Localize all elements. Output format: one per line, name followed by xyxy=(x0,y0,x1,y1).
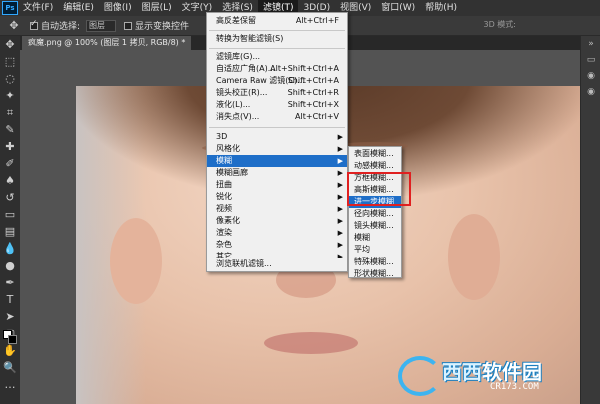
menu-window[interactable]: 窗口(W) xyxy=(376,0,420,16)
submenu-arrow-icon: ▶ xyxy=(337,217,343,225)
menu-layer[interactable]: 图层(L) xyxy=(137,0,177,16)
submenu-arrow-icon: ▶ xyxy=(337,193,343,201)
auto-select-checkbox[interactable] xyxy=(30,19,38,30)
filter-menu-item-vanishing-point[interactable]: 消失点(V)... Alt+Ctrl+V xyxy=(207,111,347,123)
site-watermark: 西西软件园 CR173.COM xyxy=(398,352,580,402)
move-tool-icon[interactable]: ✥ xyxy=(6,19,22,33)
menu-image[interactable]: 图像(I) xyxy=(99,0,137,16)
filter-menu-item-3d[interactable]: 3D ▶ xyxy=(207,131,347,143)
auto-select-label: 自动选择: xyxy=(41,22,81,32)
filter-menu-item-convert-smart[interactable]: 转换为智能滤镜(S) xyxy=(207,33,347,45)
filter-menu-item-blur-gallery[interactable]: 模糊画廊 ▶ xyxy=(207,167,347,179)
path-select-icon[interactable]: ➤ xyxy=(0,308,20,325)
menu-help[interactable]: 帮助(H) xyxy=(420,0,462,16)
eraser-icon[interactable]: ▭ xyxy=(0,206,20,223)
watermark-name: 西西软件园 xyxy=(442,360,542,384)
filter-menu-item-lens-correction[interactable]: 镜头校正(R)... Shift+Ctrl+R xyxy=(207,87,347,99)
photo-left-ear xyxy=(110,218,162,304)
menu-file[interactable]: 文件(F) xyxy=(18,0,58,16)
submenu-arrow-icon: ▶ xyxy=(337,205,343,213)
menu-edit[interactable]: 编辑(E) xyxy=(58,0,99,16)
document-tab[interactable]: 疯魔.png @ 100% (图层 1 拷贝, RGB/8) * xyxy=(22,36,192,50)
submenu-arrow-icon: ▶ xyxy=(337,181,343,189)
panel-icon[interactable]: ▭ xyxy=(581,52,600,68)
menu-separator xyxy=(209,48,345,49)
filter-menu-item-stylize[interactable]: 风格化 ▶ xyxy=(207,143,347,155)
submenu-arrow-icon: ▶ xyxy=(337,169,343,177)
blur-submenu: 表面模糊... 动感模糊... 方框模糊... 高斯模糊... 进一步模糊 径向… xyxy=(348,146,402,278)
type-tool-icon[interactable]: T xyxy=(0,291,20,308)
blur-tool-icon[interactable]: 💧 xyxy=(0,240,20,257)
submenu-arrow-icon: ▶ xyxy=(337,229,343,237)
submenu-arrow-icon: ▶ xyxy=(337,133,343,141)
background-color-swatch[interactable] xyxy=(8,335,17,344)
panel-collapse-icon[interactable]: » xyxy=(581,36,600,52)
hand-tool-icon[interactable]: ✋ xyxy=(0,342,20,359)
show-transform-label: 显示变换控件 xyxy=(135,22,190,32)
auto-select-dropdown[interactable]: 图层 xyxy=(86,19,117,32)
filter-menu-item-gallery[interactable]: 滤镜库(G)... xyxy=(207,51,347,63)
filter-menu-item-render[interactable]: 渲染 ▶ xyxy=(207,227,347,239)
submenu-arrow-icon: ▶ xyxy=(337,241,343,249)
history-brush-icon[interactable]: ↺ xyxy=(0,189,20,206)
eyedropper-icon[interactable]: ✎ xyxy=(0,121,20,138)
brush-tool-icon[interactable]: ✐ xyxy=(0,155,20,172)
crop-tool-icon[interactable]: ⌗ xyxy=(0,104,20,121)
filter-menu-item-camera-raw[interactable]: Camera Raw 滤镜(C)... Shift+Ctrl+A xyxy=(207,75,347,87)
annotation-highlight-box xyxy=(347,172,411,206)
gradient-tool-icon[interactable]: ▤ xyxy=(0,223,20,240)
blur-item-smart[interactable]: 特殊模糊... xyxy=(349,256,401,268)
filter-menu-item-liquify[interactable]: 液化(L)... Shift+Ctrl+X xyxy=(207,99,347,111)
blur-item-surface[interactable]: 表面模糊... xyxy=(349,148,401,160)
right-panel-strip: » ▭ ◉ ◉ xyxy=(580,36,600,404)
submenu-arrow-icon: ▶ xyxy=(337,145,343,153)
tools-panel: ✥ ⬚ ◌ ✦ ⌗ ✎ ✚ ✐ ♠ ↺ ▭ ▤ 💧 ● ✒ T ➤ ▢ ✋ 🔍 … xyxy=(0,36,20,404)
filter-menu-item-video[interactable]: 视频 ▶ xyxy=(207,203,347,215)
eye-icon[interactable]: ◉ xyxy=(581,68,600,84)
blur-item-average[interactable]: 平均 xyxy=(349,244,401,256)
filter-menu-item-noise[interactable]: 杂色 ▶ xyxy=(207,239,347,251)
show-transform-checkbox[interactable] xyxy=(124,21,133,30)
submenu-arrow-icon: ▶ xyxy=(337,157,343,165)
blur-item-radial[interactable]: 径向模糊... xyxy=(349,208,401,220)
filter-menu-item-sharpen[interactable]: 锐化 ▶ xyxy=(207,191,347,203)
eye-icon[interactable]: ◉ xyxy=(581,84,600,100)
watermark-logo-icon xyxy=(398,356,442,396)
healing-brush-icon[interactable]: ✚ xyxy=(0,138,20,155)
clone-stamp-icon[interactable]: ♠ xyxy=(0,172,20,189)
blur-item-motion[interactable]: 动感模糊... xyxy=(349,160,401,172)
menu-separator xyxy=(209,30,345,31)
blur-item-lens[interactable]: 镜头模糊... xyxy=(349,220,401,232)
dodge-tool-icon[interactable]: ● xyxy=(0,257,20,274)
filter-menu-item-blur[interactable]: 模糊 ▶ xyxy=(207,155,347,167)
watermark-url: CR173.COM xyxy=(490,382,539,392)
more-tools-icon[interactable]: … xyxy=(0,376,20,393)
menu-separator xyxy=(209,127,345,128)
filter-menu-item-adaptive-wide[interactable]: 自适应广角(A)... Alt+Shift+Ctrl+A xyxy=(207,63,347,75)
filter-menu-item-browse-online[interactable]: 浏览联机滤镜... xyxy=(206,258,348,272)
zoom-tool-icon[interactable]: 🔍 xyxy=(0,359,20,376)
blur-item-blur[interactable]: 模糊 xyxy=(349,232,401,244)
filter-menu-item-pixelate[interactable]: 像素化 ▶ xyxy=(207,215,347,227)
pen-tool-icon[interactable]: ✒ xyxy=(0,274,20,291)
filter-menu-item-distort[interactable]: 扭曲 ▶ xyxy=(207,179,347,191)
filter-menu-item-high-pass[interactable]: 高反差保留 Alt+Ctrl+F xyxy=(207,15,347,27)
filter-menu: 高反差保留 Alt+Ctrl+F 转换为智能滤镜(S) 滤镜库(G)... 自适应… xyxy=(206,12,348,272)
3d-mode-label: 3D 模式: xyxy=(483,20,517,29)
magic-wand-icon[interactable]: ✦ xyxy=(0,87,20,104)
blur-item-shape[interactable]: 形状模糊... xyxy=(349,268,401,280)
move-tool-icon[interactable]: ✥ xyxy=(0,36,20,53)
marquee-tool-icon[interactable]: ⬚ xyxy=(0,53,20,70)
photo-mouth xyxy=(264,332,358,354)
lasso-tool-icon[interactable]: ◌ xyxy=(0,70,20,87)
photo-right-ear xyxy=(448,214,500,300)
photoshop-logo: Ps xyxy=(2,1,18,15)
